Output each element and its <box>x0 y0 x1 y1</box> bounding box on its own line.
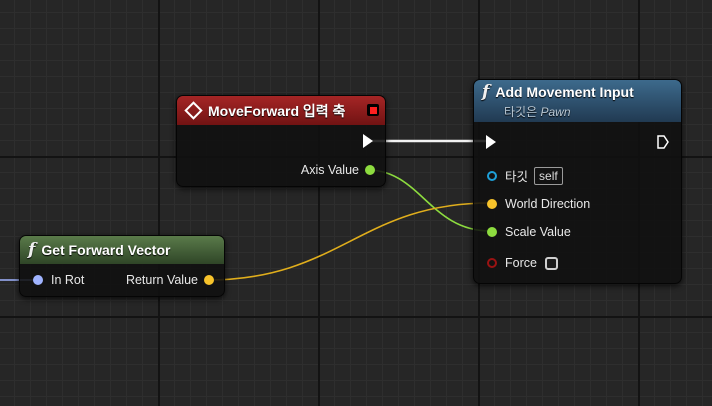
return-value-pin[interactable]: Return Value <box>126 273 214 287</box>
event-marker-icon <box>367 104 379 116</box>
pin-label: 타깃 <box>505 170 529 184</box>
node-title: Get Forward Vector <box>41 242 171 258</box>
exec-out-pin[interactable] <box>363 134 373 148</box>
function-icon: f <box>482 82 490 102</box>
world-direction-pin[interactable]: World Direction <box>487 197 590 211</box>
node-header[interactable]: f Get Forward Vector <box>20 236 224 264</box>
pin-label: Axis Value <box>300 163 359 177</box>
node-subtitle: 타깃은 Pawn <box>504 105 571 119</box>
pin-label: Force <box>505 256 537 270</box>
pin-label: Scale Value <box>505 225 571 239</box>
force-checkbox[interactable] <box>544 256 558 270</box>
target-pin[interactable]: 타깃 self <box>487 166 563 185</box>
self-default-value[interactable]: self <box>534 166 563 185</box>
node-title: Add Movement Input <box>495 84 634 100</box>
axis-value-wire[interactable] <box>367 169 491 232</box>
add-movement-input-node[interactable]: f Add Movement Input 타깃은 Pawn 타깃 self Wo… <box>473 79 682 284</box>
pin-label: Return Value <box>125 273 198 287</box>
exec-pin-icon <box>486 135 496 149</box>
exec-out-pin[interactable] <box>657 135 669 149</box>
node-header[interactable]: MoveForward 입력 축 <box>177 96 385 125</box>
rotator-pin-icon <box>33 275 43 285</box>
float-pin-icon <box>365 165 375 175</box>
bool-pin-icon <box>487 258 497 268</box>
node-header[interactable]: f Add Movement Input 타깃은 Pawn <box>474 80 681 122</box>
function-icon: f <box>28 240 36 260</box>
move-forward-event-node[interactable]: MoveForward 입력 축 Axis Value <box>176 95 386 187</box>
float-pin-icon <box>487 227 497 237</box>
vector-pin-icon <box>487 199 497 209</box>
exec-in-pin[interactable] <box>486 135 496 149</box>
return-value-wire[interactable] <box>206 202 491 281</box>
force-pin[interactable]: Force <box>487 256 558 270</box>
exec-pin-icon <box>363 134 373 148</box>
in-rot-pin[interactable]: In Rot <box>33 273 84 287</box>
object-pin-icon <box>487 170 497 181</box>
get-forward-vector-node[interactable]: f Get Forward Vector In Rot Return Value <box>19 235 225 297</box>
axis-value-pin[interactable]: Axis Value <box>301 163 375 177</box>
event-diamond-icon <box>184 101 203 120</box>
node-title: MoveForward 입력 축 <box>208 102 346 119</box>
pin-label: In Rot <box>51 273 85 287</box>
pin-label: World Direction <box>505 197 591 211</box>
scale-value-pin[interactable]: Scale Value <box>487 225 571 239</box>
exec-pin-outline-icon <box>657 135 669 149</box>
vector-pin-icon <box>204 275 214 285</box>
